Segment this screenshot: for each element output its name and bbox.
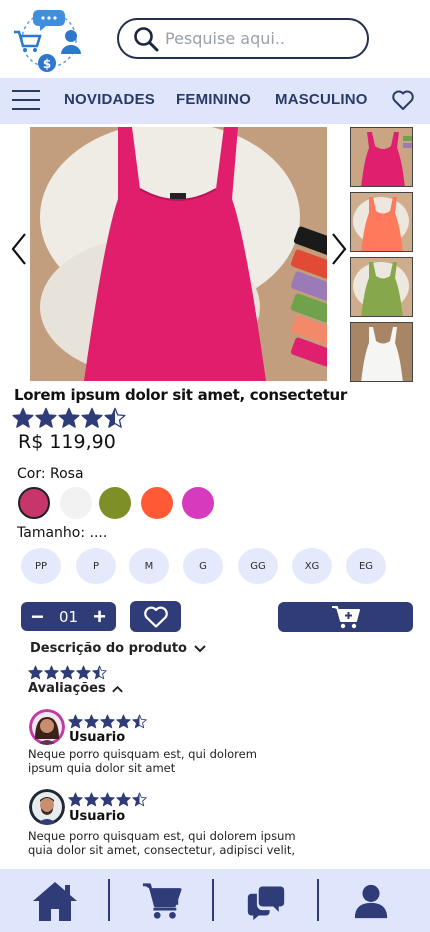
star-icon (92, 665, 107, 680)
star-icon (58, 407, 80, 428)
star-icon (68, 792, 83, 807)
store-logo-icon[interactable]: $ (12, 4, 86, 74)
star-icon (81, 407, 103, 428)
profile-button[interactable] (341, 877, 401, 925)
description-label: Descrição do produto (30, 641, 187, 656)
thumbnail-list (350, 127, 413, 387)
color-swatch[interactable] (99, 487, 131, 519)
prev-image-arrow-icon[interactable] (10, 232, 28, 266)
review-2-line-1: Neque porro quisquam est, qui dolorem ip… (28, 829, 296, 843)
nav-link-novidades[interactable]: NOVIDADES (64, 91, 155, 108)
size-option-g[interactable]: G (183, 548, 223, 584)
reviews-label: Avaliações (28, 681, 106, 696)
star-icon (28, 665, 43, 680)
star-icon (76, 665, 91, 680)
color-label: Cor: Rosa (17, 466, 84, 482)
hamburger-menu-icon[interactable] (12, 87, 40, 113)
product-main-image (30, 127, 327, 381)
search-icon (134, 26, 159, 51)
svg-text:$: $ (43, 57, 51, 71)
nav-link-feminino[interactable]: FEMININO (176, 91, 251, 108)
review-1-username: Usuario (69, 730, 126, 745)
star-icon (100, 714, 115, 729)
review-2-line-2: quia dolor sit amet, consectetur, adipis… (28, 843, 296, 857)
cart-icon (142, 883, 182, 919)
product-rating-stars (12, 407, 126, 429)
add-to-cart-button[interactable] (278, 602, 413, 632)
review-1-line-2: ipsum quia dolor sit amet (28, 761, 176, 775)
home-button[interactable] (25, 877, 85, 925)
add-to-favorites-button[interactable] (130, 601, 181, 632)
thumbnail-pink[interactable] (350, 127, 413, 187)
size-option-xg[interactable]: XG (292, 548, 332, 584)
app-header: $ Pesquise aqui.. (0, 0, 430, 78)
star-icon (100, 792, 115, 807)
next-image-arrow-icon[interactable] (330, 232, 348, 266)
size-option-p[interactable]: P (76, 548, 116, 584)
size-label: Tamanho: .... (17, 525, 108, 541)
wishlist-heart-icon[interactable] (391, 88, 415, 112)
color-swatch[interactable] (182, 487, 214, 519)
star-icon (12, 407, 34, 428)
color-swatch[interactable] (18, 487, 50, 519)
home-icon (33, 882, 77, 921)
nav-link-masculino[interactable]: MASCULINO (275, 91, 368, 108)
reviews-toggle[interactable]: Avaliações (28, 681, 124, 696)
search-input[interactable]: Pesquise aqui.. (165, 29, 285, 48)
review-2-text: Neque porro quisquam est, qui dolorem ip… (28, 829, 318, 857)
review-2-stars (68, 792, 147, 807)
quantity-stepper: − 01 + (21, 602, 116, 631)
thumbnail-coral[interactable] (350, 192, 413, 252)
star-icon (84, 792, 99, 807)
color-swatch[interactable] (141, 487, 173, 519)
product-price: R$ 119,90 (18, 431, 116, 453)
size-option-gg[interactable]: GG (238, 548, 278, 584)
increase-quantity-button[interactable]: + (93, 605, 106, 628)
user-icon (354, 884, 388, 919)
star-icon (132, 714, 147, 729)
star-icon (116, 714, 131, 729)
reviews-average-stars (28, 665, 107, 680)
color-swatch[interactable] (60, 487, 92, 519)
star-icon (84, 714, 99, 729)
bottom-navigation (0, 869, 430, 932)
add-to-cart-icon (331, 606, 360, 629)
quantity-value: 01 (58, 607, 79, 626)
star-icon (35, 407, 57, 428)
size-option-eg[interactable]: EG (346, 548, 386, 584)
search-bar[interactable]: Pesquise aqui.. (117, 18, 369, 59)
review-1-text: Neque porro quisquam est, qui dolorem ip… (28, 747, 318, 775)
size-option-pp[interactable]: PP (21, 548, 61, 584)
size-option-m[interactable]: M (129, 548, 169, 584)
thumbnail-white[interactable] (350, 322, 413, 382)
chevron-up-icon (111, 685, 123, 692)
product-title: Lorem ipsum dolor sit amet, consectetur (14, 386, 347, 404)
reviewer-avatar (29, 789, 65, 825)
star-icon (132, 792, 147, 807)
divider (108, 879, 110, 921)
thumbnail-green[interactable] (350, 257, 413, 317)
category-nav: NOVIDADES FEMININO MASCULINO (0, 78, 430, 124)
review-1-line-1: Neque porro quisquam est, qui dolorem (28, 747, 257, 761)
cart-button[interactable] (132, 877, 192, 925)
reviewer-avatar (29, 709, 65, 745)
chat-icon (247, 886, 285, 920)
review-2-username: Usuario (69, 809, 126, 824)
divider (212, 879, 214, 921)
star-icon (44, 665, 59, 680)
star-icon (68, 714, 83, 729)
product-description-toggle[interactable]: Descrição do produto (30, 641, 207, 656)
star-icon (116, 792, 131, 807)
divider (317, 879, 319, 921)
star-icon (60, 665, 75, 680)
star-icon (104, 407, 126, 428)
chat-button[interactable] (236, 877, 296, 925)
chevron-down-icon (194, 644, 206, 652)
decrease-quantity-button[interactable]: − (31, 605, 44, 628)
heart-icon (143, 606, 168, 628)
review-1-stars (68, 714, 147, 729)
